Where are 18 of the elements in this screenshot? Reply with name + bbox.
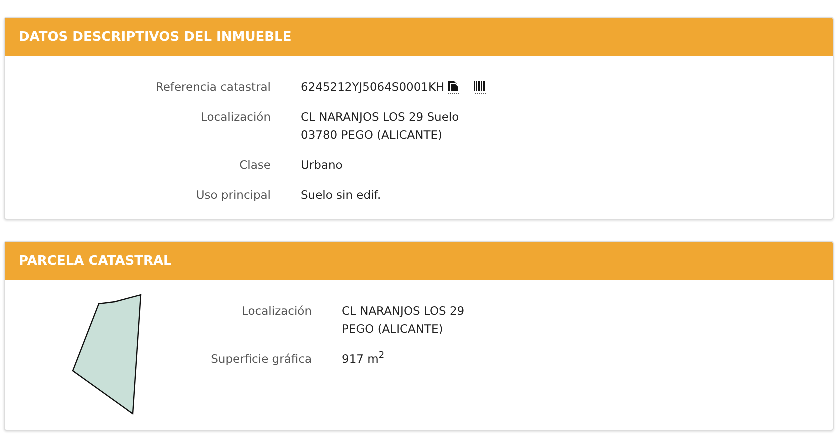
field-value: 03780 PEGO (ALICANTE) [301, 127, 444, 144]
barcode-icon[interactable] [474, 80, 487, 94]
field-label: Localización [241, 303, 312, 320]
field-value: CL NARANJOS LOS 29 Suelo [301, 109, 460, 126]
field-label: Superficie gráfica [210, 351, 312, 368]
section-header: DATOS DESCRIPTIVOS DEL INMUEBLE [5, 18, 833, 56]
field-label: Localización [200, 109, 271, 126]
copy-icon[interactable] [446, 80, 460, 94]
field-label: Clase [238, 157, 271, 174]
field-label: Uso principal [195, 187, 271, 204]
field-value: Urbano [301, 157, 344, 174]
field-value: CL NARANJOS LOS 29 [342, 303, 465, 320]
field-value: Suelo sin edif. [301, 187, 382, 204]
field-value: PEGO (ALICANTE) [342, 321, 444, 338]
field-value: 917 m$^{2}$ [342, 350, 386, 368]
field-value: 6245212YJ5064S0001KH [301, 79, 445, 96]
section-header: PARCELA CATASTRAL [5, 242, 833, 280]
field-label: Referencia catastral [154, 79, 271, 96]
